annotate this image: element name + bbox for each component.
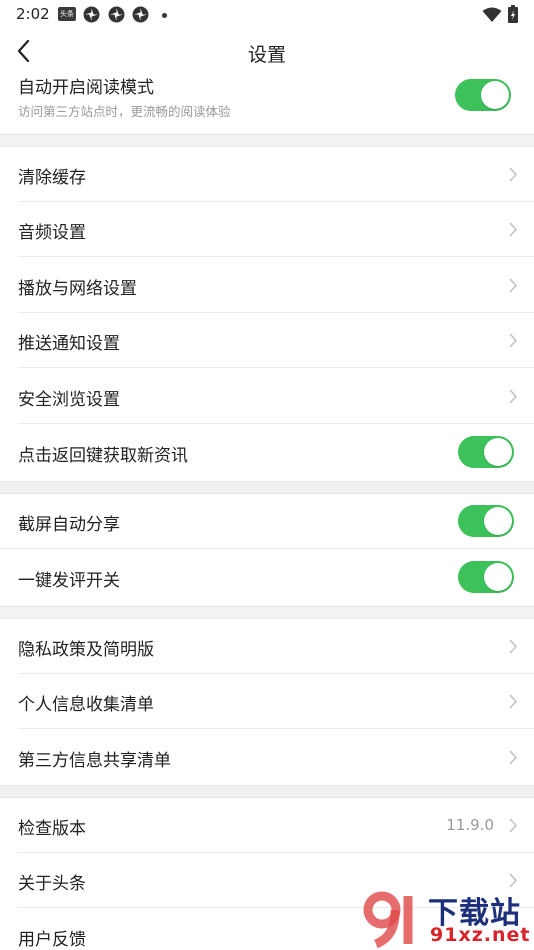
row-label: 第三方信息共享清单 [18,751,171,771]
version-number: 11.9.0 [446,816,494,834]
chevron-right-icon [509,873,518,888]
wifi-icon [482,7,502,22]
one-tap-comment-row: 一键发评开关 [0,550,534,605]
pinwheel-icon [83,6,100,23]
check-version-row[interactable]: 检查版本 11.9.0 [0,798,534,853]
chevron-right-icon [509,222,518,237]
personal-info-list-row[interactable]: 个人信息收集清单 [0,674,534,729]
push-notification-settings-row[interactable]: 推送通知设置 [0,313,534,368]
toutiao-badge-icon: 头条 [58,7,76,21]
audio-settings-row[interactable]: 音频设置 [0,202,534,257]
privacy-policy-row[interactable]: 隐私政策及简明版 [0,619,534,674]
chevron-right-icon [509,818,518,833]
toggle-knob [481,81,509,109]
third-party-sharing-list-row[interactable]: 第三方信息共享清单 [0,730,534,785]
row-label: 用户反馈 [18,930,86,950]
row-label: 关于头条 [18,874,86,894]
row-label: 播放与网络设置 [18,279,137,299]
toggle-knob [484,438,512,466]
chevron-right-icon [509,278,518,293]
row-label: 个人信息收集清单 [18,695,154,715]
chevron-right-icon [509,639,518,654]
notification-dot-icon [162,13,167,18]
row-divider [18,256,534,257]
clear-cache-row[interactable]: 清除缓存 [0,147,534,202]
status-bar: 2:02 头条 [0,0,534,30]
row-label: 隐私政策及简明版 [18,640,154,660]
pinwheel-icon [108,6,125,23]
row-divider [18,423,534,424]
row-label: 推送通知设置 [18,334,120,354]
back-key-refresh-row: 点击返回键获取新资讯 [0,425,534,480]
row-label: 音频设置 [18,223,86,243]
section-divider [0,481,534,494]
row-divider [18,367,534,368]
one-tap-comment-toggle[interactable] [458,561,514,593]
row-divider [0,548,534,549]
row-label: 截屏自动分享 [18,515,120,535]
row-label: 清除缓存 [18,168,86,188]
reading-mode-toggle[interactable] [455,79,511,111]
site-watermark: 下载站 91xz.net [362,888,534,950]
playback-network-settings-row[interactable]: 播放与网络设置 [0,258,534,313]
watermark-url: 91xz.net [430,924,531,946]
chevron-right-icon [509,333,518,348]
toggle-knob [484,563,512,591]
reading-mode-title: 自动开启阅读模式 [18,78,154,98]
safe-browsing-settings-row[interactable]: 安全浏览设置 [0,369,534,424]
section-divider [0,606,534,619]
chevron-right-icon [509,694,518,709]
screenshot-share-toggle[interactable] [458,505,514,537]
page-title: 设置 [247,44,286,66]
row-label: 安全浏览设置 [18,390,120,410]
chevron-right-icon [509,389,518,404]
row-label: 检查版本 [18,819,86,839]
battery-icon [508,5,518,23]
status-time: 2:02 [16,5,50,23]
back-key-refresh-toggle[interactable] [458,436,514,468]
section-divider [0,785,534,798]
chevron-right-icon [509,167,518,182]
row-label: 一键发评开关 [18,571,120,591]
pinwheel-icon [132,6,149,23]
toggle-knob [484,507,512,535]
watermark-logo-icon [363,891,413,948]
row-divider [18,728,534,729]
chevron-right-icon [509,750,518,765]
reading-mode-row: 自动开启阅读模式 访问第三方站点时，更流畅的阅读体验 [0,70,534,134]
section-divider [0,134,534,147]
nav-bar: 设置 [0,30,534,74]
screenshot-share-row: 截屏自动分享 [0,494,534,549]
row-label: 点击返回键获取新资讯 [18,446,188,466]
reading-mode-subtitle: 访问第三方站点时，更流畅的阅读体验 [18,104,231,119]
